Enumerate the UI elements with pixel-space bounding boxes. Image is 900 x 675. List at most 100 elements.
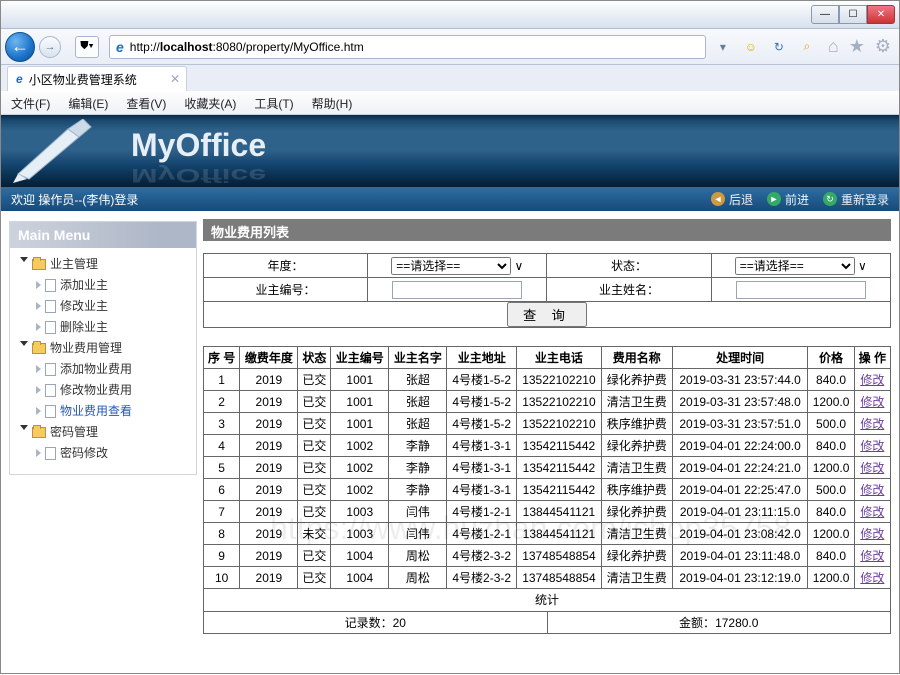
edit-link[interactable]: 修改 (860, 483, 884, 497)
edit-link[interactable]: 修改 (860, 549, 884, 563)
window-close-button[interactable]: ✕ (867, 5, 895, 24)
column-header: 价格 (808, 347, 854, 369)
tree-folder[interactable]: 业主管理 (50, 257, 98, 271)
tree-item[interactable]: 删除业主 (60, 320, 108, 334)
browser-tabbar: e 小区物业费管理系统 ✕ (1, 65, 899, 91)
fee-summary: 统计 记录数：20 金额：17280.0 (203, 589, 891, 634)
nav-back-button[interactable]: ← (5, 32, 35, 62)
filter-year-select[interactable]: ==请选择== (391, 257, 511, 275)
tree-item[interactable]: 修改物业费用 (60, 383, 132, 397)
edit-link[interactable]: 修改 (860, 571, 884, 585)
column-header: 业主地址 (447, 347, 516, 369)
file-icon (45, 384, 56, 397)
tab-close-icon[interactable]: ✕ (170, 72, 180, 86)
file-icon (45, 447, 56, 460)
tree-folder[interactable]: 密码管理 (50, 425, 98, 439)
tree-item[interactable]: 物业费用查看 (60, 404, 132, 418)
file-icon (45, 321, 56, 334)
browser-tab[interactable]: e 小区物业费管理系统 ✕ (7, 66, 187, 91)
ie-menu-item[interactable]: 文件(F) (11, 95, 50, 112)
file-icon (45, 363, 56, 376)
edit-link[interactable]: 修改 (860, 417, 884, 431)
edit-link[interactable]: 修改 (860, 461, 884, 475)
tree-item[interactable]: 添加业主 (60, 278, 108, 292)
ie-menu-bar: 文件(F) 编辑(E) 查看(V) 收藏夹(A) 工具(T) 帮助(H) (1, 91, 899, 115)
query-button[interactable] (507, 302, 587, 327)
table-row: 32019已交1001张超4号楼1-5-213522102210秩序维护费201… (204, 413, 891, 435)
browser-addressbar: ← → ⛊▾ e http://localhost:8080/property/… (1, 29, 899, 65)
window-titlebar: — ☐ ✕ (1, 1, 899, 29)
nav-forward-link[interactable]: ► 前进 (767, 191, 809, 208)
content-area: 物业费用列表 年度： ==请选择== ∨ 状态： ==请选择== ∨ 业主编号 (201, 211, 899, 675)
filter-year-label: 年度： (204, 254, 368, 278)
tab-title: 小区物业费管理系统 (29, 71, 137, 88)
edit-link[interactable]: 修改 (860, 505, 884, 519)
edit-link[interactable]: 修改 (860, 527, 884, 541)
tree-item[interactable]: 密码修改 (60, 446, 108, 460)
column-header: 缴费年度 (240, 347, 298, 369)
window-minimize-button[interactable]: — (811, 5, 839, 24)
column-header: 序 号 (204, 347, 240, 369)
refresh-icon[interactable]: ↻ (768, 36, 790, 58)
nav-forward-button[interactable]: → (39, 36, 61, 58)
ie-menu-item[interactable]: 帮助(H) (312, 95, 353, 112)
table-row: 62019已交1002李静4号楼1-3-113542115442秩序维护费201… (204, 479, 891, 501)
file-icon (45, 300, 56, 313)
tree-item[interactable]: 添加物业费用 (60, 362, 132, 376)
filter-form: 年度： ==请选择== ∨ 状态： ==请选择== ∨ 业主编号： 业主姓名： (203, 253, 891, 328)
edit-link[interactable]: 修改 (860, 395, 884, 409)
relogin-icon: ↻ (823, 192, 837, 206)
relogin-link[interactable]: ↻ 重新登录 (823, 191, 889, 208)
file-icon (45, 405, 56, 418)
file-icon (45, 279, 56, 292)
search-icon[interactable]: ⌕ (796, 36, 818, 58)
folder-icon (32, 343, 46, 354)
sidebar: Main Menu 业主管理添加业主修改业主删除业主物业费用管理添加物业费用修改… (1, 211, 201, 675)
ie-menu-item[interactable]: 工具(T) (254, 95, 293, 112)
table-row: 102019已交1004周松4号楼2-3-213748548854清洁卫生费20… (204, 567, 891, 589)
edit-link[interactable]: 修改 (860, 373, 884, 387)
security-shield-icon[interactable]: ⛊▾ (75, 36, 99, 58)
fee-table: 序 号缴费年度状态业主编号业主名字业主地址业主电话费用名称处理时间价格操 作 1… (203, 346, 891, 589)
tools-gear-icon[interactable]: ⚙ (875, 36, 891, 57)
column-header: 业主名字 (389, 347, 447, 369)
arrow-right-icon: ► (767, 192, 781, 206)
table-row: 92019已交1004周松4号楼2-3-213748548854绿化养护费201… (204, 545, 891, 567)
table-row: 22019已交1001张超4号楼1-5-213522102210清洁卫生费201… (204, 391, 891, 413)
column-header: 状态 (298, 347, 331, 369)
column-header: 业主电话 (516, 347, 601, 369)
filter-ownername-input[interactable] (736, 281, 866, 299)
filter-ownerid-input[interactable] (392, 281, 522, 299)
summary-label: 统计 (204, 589, 891, 611)
dropdown-icon[interactable]: ▾ (712, 36, 734, 58)
browser-right-tools: ⌂ ★ ⚙ (828, 36, 891, 57)
ie-logo-icon: e (116, 39, 124, 55)
edit-link[interactable]: 修改 (860, 439, 884, 453)
ie-menu-item[interactable]: 编辑(E) (68, 95, 108, 112)
brand-title: MyOffice (131, 127, 266, 164)
tab-favicon-icon: e (16, 72, 23, 86)
table-row: 52019已交1002李静4号楼1-3-113542115442清洁卫生费201… (204, 457, 891, 479)
nav-back-link[interactable]: ◄ 后退 (711, 191, 753, 208)
tree-folder[interactable]: 物业费用管理 (50, 341, 122, 355)
total-amount: 金额：17280.0 (547, 611, 891, 633)
column-header: 处理时间 (672, 347, 808, 369)
ie-menu-item[interactable]: 查看(V) (126, 95, 166, 112)
column-header: 费用名称 (601, 347, 672, 369)
sidebar-title: Main Menu (10, 222, 196, 248)
url-field[interactable]: e http://localhost:8080/property/MyOffic… (109, 35, 706, 59)
url-text: http://localhost:8080/property/MyOffice.… (130, 40, 699, 54)
folder-icon (32, 427, 46, 438)
home-icon[interactable]: ⌂ (828, 36, 839, 57)
compat-view-icon[interactable]: ☺ (740, 36, 762, 58)
tree-item[interactable]: 修改业主 (60, 299, 108, 313)
favorites-icon[interactable]: ★ (849, 36, 865, 57)
filter-status-label: 状态： (547, 254, 711, 278)
window-maximize-button[interactable]: ☐ (839, 5, 867, 24)
column-header: 业主编号 (331, 347, 389, 369)
filter-status-select[interactable]: ==请选择== (735, 257, 855, 275)
ie-menu-item[interactable]: 收藏夹(A) (184, 95, 236, 112)
table-row: 72019已交1003闫伟4号楼1-2-113844541121绿化养护费201… (204, 501, 891, 523)
welcome-bar: 欢迎 操作员--(李伟)登录 ◄ 后退 ► 前进 ↻ 重新登录 (1, 187, 899, 211)
filter-ownername-label: 业主姓名： (547, 278, 711, 302)
